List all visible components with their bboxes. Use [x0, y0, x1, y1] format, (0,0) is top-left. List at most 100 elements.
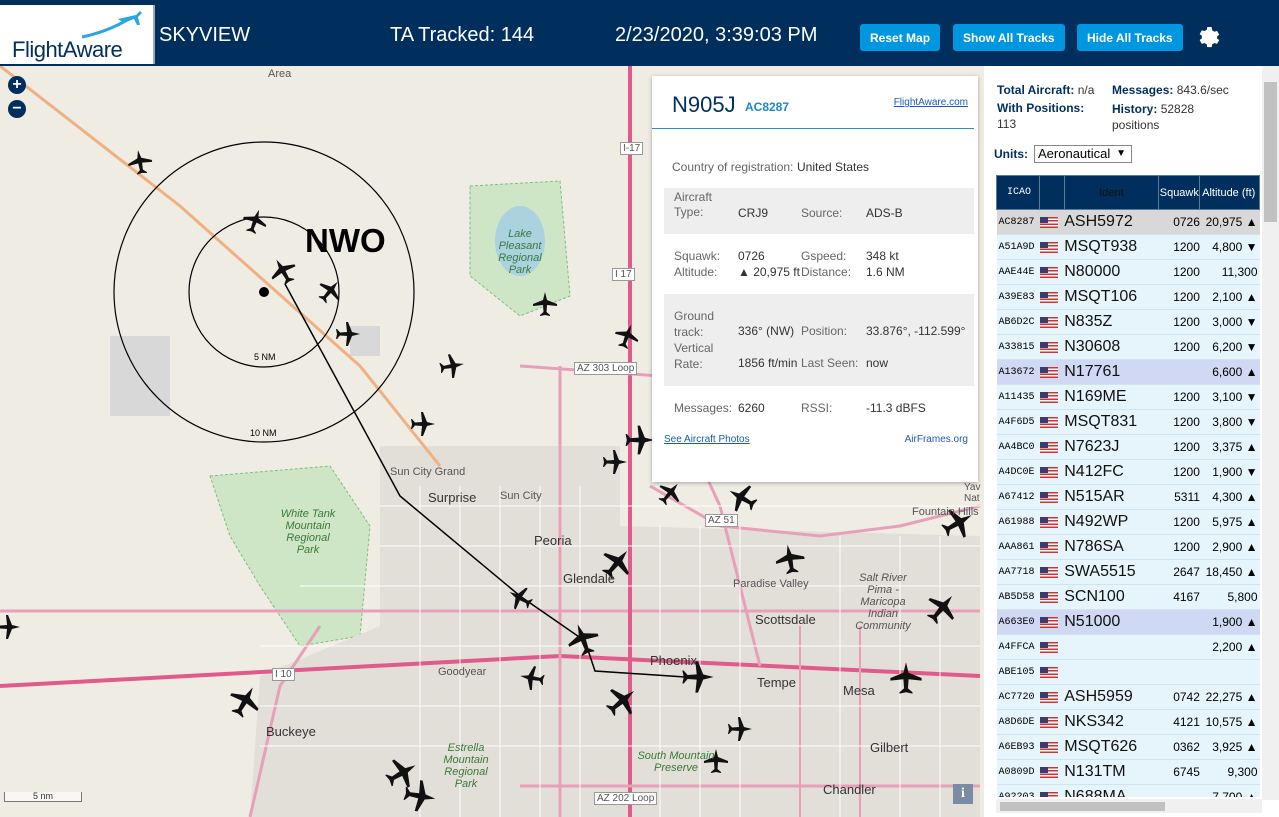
table-row[interactable]: A39E83 MSQT106 1200 2,100 ▲ — [996, 284, 1260, 310]
info-icon[interactable]: i — [953, 784, 973, 804]
row-squawk: 1200 — [1158, 259, 1200, 285]
row-icao: A39E83 — [996, 284, 1040, 310]
table-row[interactable]: A33815 N30608 1200 6,200 ▼ — [996, 334, 1260, 360]
table-row[interactable]: A4FFCA 2,200 ▲ — [996, 634, 1260, 660]
popup-section-type: Aircraft Type: CRJ9 Source: ADS-B — [664, 188, 974, 234]
table-row[interactable]: AB5D58 SCN100 4167 5,800 — [996, 584, 1260, 610]
us-flag-icon — [1039, 266, 1058, 278]
table-row[interactable]: A13672 N17761 6,600 ▲ — [996, 359, 1260, 385]
col-ident[interactable]: Ident — [1063, 175, 1160, 210]
table-row[interactable]: A4F6D5 MSQT831 1200 3,800 ▼ — [996, 409, 1260, 435]
row-flag — [1039, 459, 1065, 485]
row-altitude: 7,700 ▲ — [1199, 784, 1260, 797]
table-row[interactable]: A8D6DE NKS342 4121 10,575 ▲ — [996, 709, 1260, 735]
col-squawk[interactable]: Squawk — [1158, 175, 1201, 210]
aircraft-icon — [611, 320, 643, 352]
header-bar: FlightAware SKYVIEW TA Tracked: 144 2/23… — [0, 0, 1279, 66]
units-select[interactable]: Aeronautical ▼ — [1034, 145, 1132, 163]
flightaware-link[interactable]: FlightAware.com — [894, 97, 968, 108]
horizontal-scroll-thumb[interactable] — [1000, 802, 1165, 811]
popup-icao: AC8287 — [745, 100, 790, 114]
table-row[interactable]: AAA861 N786SA 1200 2,900 ▲ — [996, 534, 1260, 560]
row-altitude: 4,300 ▲ — [1199, 484, 1260, 510]
zoom-in-button[interactable]: + — [8, 76, 26, 94]
aircraft-icon — [126, 148, 154, 176]
row-altitude: 4,800 ▼ — [1199, 234, 1260, 260]
track-value: 336° (NW) — [738, 324, 795, 338]
road-shield: AZ 51 — [705, 514, 738, 527]
table-row[interactable]: A67412 N515AR 5311 4,300 ▲ — [996, 484, 1260, 510]
vrate-value: 1856 ft/min — [738, 356, 798, 370]
row-ident: N51000 — [1064, 609, 1159, 635]
row-altitude: 5,975 ▲ — [1199, 509, 1260, 535]
table-row[interactable]: AC7720 ASH5959 0742 22,275 ▲ — [996, 684, 1260, 710]
gear-icon[interactable] — [1196, 24, 1220, 48]
table-row[interactable]: A663E0 N51000 1,900 ▲ — [996, 609, 1260, 635]
row-flag — [1039, 234, 1065, 260]
road-shield: AZ 303 Loop — [574, 362, 638, 375]
aircraft-icon — [563, 619, 603, 659]
reset-map-button[interactable]: Reset Map — [860, 24, 941, 51]
table-row[interactable]: AA4BC0 N7623J 1200 3,375 ▲ — [996, 434, 1260, 460]
table-row[interactable]: A6EB93 MSQT626 0362 3,925 ▲ — [996, 734, 1260, 760]
row-squawk — [1158, 634, 1200, 660]
row-altitude: 1,900 ▼ — [1199, 459, 1260, 485]
row-squawk: 1200 — [1158, 459, 1200, 485]
vertical-scroll-thumb[interactable] — [1264, 82, 1277, 222]
row-flag — [1039, 759, 1065, 785]
us-flag-icon — [1039, 466, 1058, 478]
station-label: NWO — [305, 222, 386, 259]
col-flag[interactable] — [1039, 175, 1065, 210]
row-squawk: 0362 — [1158, 734, 1200, 760]
flightaware-logo[interactable]: FlightAware — [0, 5, 155, 64]
table-row[interactable]: AC8287 ASH5972 0726 20,975 ▲ — [996, 209, 1260, 235]
row-icao: A0809D — [996, 759, 1040, 785]
type-value: CRJ9 — [738, 206, 769, 220]
table-row[interactable]: A92203 N688MA 7,700 ▲ — [996, 784, 1260, 797]
row-flag — [1039, 284, 1065, 310]
airframes-link[interactable]: AirFrames.org — [905, 434, 968, 445]
table-row[interactable]: A61988 N492WP 1200 5,975 ▲ — [996, 509, 1260, 535]
table-row[interactable]: A51A9D MSQT938 1200 4,800 ▼ — [996, 234, 1260, 260]
row-flag — [1039, 709, 1065, 735]
place-label: Surprise — [428, 490, 477, 505]
table-row[interactable]: A11435 N169ME 1200 3,100 ▼ — [996, 384, 1260, 410]
row-ident — [1064, 634, 1159, 660]
row-icao: A61988 — [996, 509, 1040, 535]
table-row[interactable]: AA7718 SWA5515 2647 18,450 ▲ — [996, 559, 1260, 585]
position-label: Position: — [801, 324, 848, 338]
row-icao: A33815 — [996, 334, 1040, 360]
show-all-tracks-button[interactable]: Show All Tracks — [953, 24, 1065, 51]
aircraft-photos-link[interactable]: See Aircraft Photos — [664, 434, 750, 445]
distance-label: Distance: — [801, 265, 852, 279]
row-ident: N169ME — [1064, 384, 1159, 410]
aircraft-table-container[interactable]: ICAO Ident Squawk Altitude (ft) AC8287 AS… — [996, 175, 1260, 797]
track-label: Ground track: — [674, 309, 715, 339]
table-row[interactable]: A0809D N131TM 6745 9,300 — [996, 759, 1260, 785]
table-row[interactable]: A4DC0E N412FC 1200 1,900 ▼ — [996, 459, 1260, 485]
us-flag-icon — [1039, 541, 1058, 553]
row-icao: A6EB93 — [996, 734, 1040, 760]
logo-text: FlightAware — [12, 37, 123, 62]
us-flag-icon — [1039, 716, 1058, 728]
row-flag — [1039, 384, 1065, 410]
hide-all-tracks-button[interactable]: Hide All Tracks — [1077, 24, 1183, 51]
units-label: Units: — [994, 147, 1028, 161]
table-row[interactable]: AAE44E N80000 1200 11,300 — [996, 259, 1260, 285]
row-ident: N131TM — [1064, 759, 1159, 785]
aircraft-icon — [773, 542, 807, 576]
row-altitude: 2,200 ▲ — [1199, 634, 1260, 660]
zoom-out-button[interactable]: − — [8, 100, 26, 118]
place-label: Area — [268, 68, 292, 80]
table-row[interactable]: ABE105 — [996, 659, 1260, 685]
row-altitude: 20,975 ▲ — [1199, 209, 1260, 235]
table-row[interactable]: AB6D2C N835Z 1200 3,000 ▼ — [996, 309, 1260, 335]
col-icao[interactable]: ICAO — [996, 175, 1041, 210]
row-altitude: 3,925 ▲ — [1199, 734, 1260, 760]
us-flag-icon — [1039, 491, 1058, 503]
us-flag-icon — [1039, 741, 1058, 753]
row-altitude: 10,575 ▲ — [1199, 709, 1260, 735]
col-altitude[interactable]: Altitude (ft) — [1199, 175, 1260, 210]
row-squawk: 1200 — [1158, 409, 1200, 435]
row-flag — [1039, 584, 1065, 610]
